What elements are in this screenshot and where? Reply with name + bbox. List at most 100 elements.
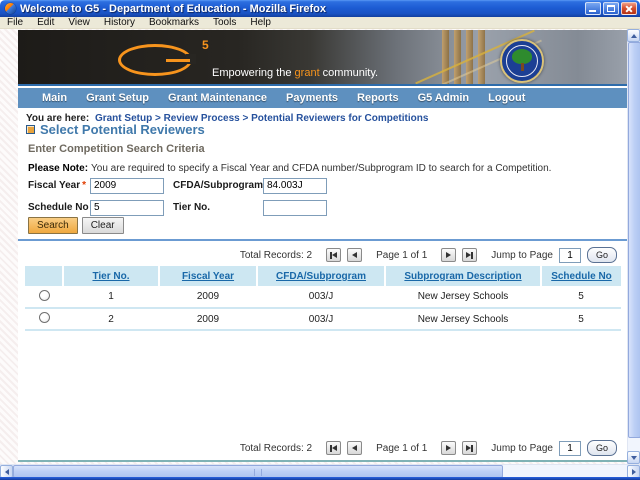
clear-button[interactable]: Clear bbox=[81, 217, 124, 234]
nav-payments[interactable]: Payments bbox=[286, 92, 338, 104]
close-button[interactable] bbox=[621, 2, 637, 15]
menu-file[interactable]: File bbox=[0, 17, 30, 28]
col-schedule-no[interactable]: Schedule No bbox=[541, 266, 621, 286]
pagination-bottom: Total Records: 2 Page 1 of 1 Jump to Pag… bbox=[18, 439, 617, 457]
next-page-icon bbox=[446, 445, 452, 451]
cfda-subprogram-input[interactable] bbox=[263, 177, 327, 194]
menu-bar: File Edit View History Bookmarks Tools H… bbox=[0, 17, 640, 29]
nav-grant-maintenance[interactable]: Grant Maintenance bbox=[168, 92, 267, 104]
cell-cfda: 003/J bbox=[257, 286, 385, 309]
required-asterisk: * bbox=[82, 180, 86, 191]
nav-logout[interactable]: Logout bbox=[488, 92, 525, 104]
next-page-button[interactable] bbox=[441, 441, 457, 455]
total-records: Total Records: 2 bbox=[239, 249, 313, 261]
scroll-right-icon bbox=[631, 468, 636, 475]
total-records: Total Records: 2 bbox=[239, 442, 313, 454]
previous-page-icon bbox=[352, 252, 358, 258]
scroll-left-icon bbox=[4, 468, 9, 475]
table-row: 1 2009 003/J New Jersey Schools 5 bbox=[25, 286, 621, 309]
title-bar[interactable]: Welcome to G5 - Department of Education … bbox=[0, 0, 640, 17]
main-navigation: Main Grant Setup Grant Maintenance Payme… bbox=[18, 88, 627, 108]
col-subprogram-description[interactable]: Subprogram Description bbox=[385, 266, 542, 286]
bookshelf-decoration bbox=[442, 30, 449, 84]
horizontal-scrollbar[interactable] bbox=[0, 464, 640, 478]
jump-to-page-label: Jump to Page bbox=[491, 249, 553, 261]
table-header-row: Tier No. Fiscal Year CFDA/Subprogram Sub… bbox=[25, 266, 621, 286]
nav-main[interactable]: Main bbox=[42, 92, 67, 104]
nav-g5-admin[interactable]: G5 Admin bbox=[418, 92, 470, 104]
last-page-button[interactable] bbox=[462, 441, 478, 455]
menu-help[interactable]: Help bbox=[243, 17, 278, 28]
note-label: Please Note: bbox=[28, 163, 89, 174]
tier-no-input[interactable] bbox=[263, 199, 327, 216]
last-page-button[interactable] bbox=[462, 248, 478, 262]
vertical-scrollbar[interactable] bbox=[627, 29, 640, 464]
scroll-down-button[interactable] bbox=[627, 451, 640, 464]
fiscal-year-label: Fiscal Year * bbox=[28, 180, 86, 191]
menu-edit[interactable]: Edit bbox=[30, 17, 61, 28]
please-note: Please Note: You are required to specify … bbox=[28, 163, 551, 174]
total-records-value: 2 bbox=[306, 249, 313, 261]
fiscal-year-input[interactable] bbox=[90, 177, 164, 194]
pagination-top: Total Records: 2 Page 1 of 1 Jump to Pag… bbox=[18, 246, 617, 264]
restore-button[interactable] bbox=[603, 2, 619, 15]
schedule-no-input[interactable] bbox=[90, 199, 164, 216]
cell-schedule: 5 bbox=[541, 308, 621, 331]
page-title: Select Potential Reviewers bbox=[40, 122, 205, 137]
scroll-up-button[interactable] bbox=[627, 29, 640, 42]
search-button[interactable]: Search bbox=[28, 217, 78, 234]
menu-history[interactable]: History bbox=[97, 17, 142, 28]
browser-window: Welcome to G5 - Department of Education … bbox=[0, 0, 640, 480]
select-column-header bbox=[25, 266, 64, 286]
next-page-icon bbox=[446, 252, 452, 258]
window-title: Welcome to G5 - Department of Education … bbox=[20, 2, 326, 15]
scroll-down-icon bbox=[630, 455, 637, 460]
row-1-radio[interactable] bbox=[38, 289, 50, 301]
menu-tools[interactable]: Tools bbox=[206, 17, 243, 28]
col-cfda-subprogram[interactable]: CFDA/Subprogram bbox=[257, 266, 386, 286]
g5-header-banner: 5 Empowering the grant community. bbox=[18, 30, 627, 86]
next-page-button[interactable] bbox=[441, 248, 457, 262]
go-button[interactable]: Go bbox=[586, 247, 617, 263]
page-content: 5 Empowering the grant community. Main G… bbox=[18, 30, 627, 462]
note-text: You are required to specify a Fiscal Yea… bbox=[91, 163, 552, 174]
cfda-subprogram-label: CFDA/Subprogram* bbox=[173, 180, 269, 191]
cell-cfda: 003/J bbox=[257, 308, 385, 331]
minimize-button[interactable] bbox=[585, 2, 601, 15]
form-row-2: Schedule No Tier No. bbox=[28, 199, 327, 216]
form-buttons: Search Clear bbox=[28, 217, 124, 234]
cell-tier: 1 bbox=[63, 286, 159, 309]
col-fiscal-year[interactable]: Fiscal Year bbox=[159, 266, 258, 286]
previous-page-button[interactable] bbox=[347, 248, 363, 262]
col-tier-no[interactable]: Tier No. bbox=[63, 266, 160, 286]
cell-tier: 2 bbox=[63, 308, 159, 331]
tier-no-label: Tier No. bbox=[173, 202, 211, 213]
search-criteria-title: Enter Competition Search Criteria bbox=[28, 143, 205, 155]
first-page-button[interactable] bbox=[326, 248, 342, 262]
jump-to-page-input[interactable] bbox=[558, 247, 581, 263]
cell-description: New Jersey Schools bbox=[385, 286, 541, 309]
jump-to-page-input[interactable] bbox=[558, 440, 581, 456]
cell-schedule: 5 bbox=[541, 286, 621, 309]
menu-view[interactable]: View bbox=[61, 17, 97, 28]
vertical-scrollbar-thumb[interactable] bbox=[628, 42, 640, 438]
previous-page-button[interactable] bbox=[347, 441, 363, 455]
go-button[interactable]: Go bbox=[586, 440, 617, 456]
page-indicator: Page 1 of 1 bbox=[376, 249, 428, 261]
restore-icon bbox=[607, 5, 615, 12]
tagline: Empowering the grant community. bbox=[212, 67, 379, 79]
first-page-button[interactable] bbox=[326, 441, 342, 455]
minimize-icon bbox=[589, 10, 596, 12]
menu-bookmarks[interactable]: Bookmarks bbox=[142, 17, 206, 28]
nav-reports[interactable]: Reports bbox=[357, 92, 399, 104]
table-row: 2 2009 003/J New Jersey Schools 5 bbox=[25, 308, 621, 331]
page-heading-row: Select Potential Reviewers bbox=[26, 122, 205, 137]
row-2-radio[interactable] bbox=[38, 312, 50, 323]
results-table: Tier No. Fiscal Year CFDA/Subprogram Sub… bbox=[25, 266, 621, 331]
nav-grant-setup[interactable]: Grant Setup bbox=[86, 92, 149, 104]
section-divider bbox=[18, 239, 627, 241]
form-row-1: Fiscal Year* CFDA/Subprogram* bbox=[28, 177, 327, 194]
previous-page-icon bbox=[352, 445, 358, 451]
page-viewport: 5 Empowering the grant community. Main G… bbox=[0, 29, 627, 464]
window-controls bbox=[585, 2, 637, 15]
